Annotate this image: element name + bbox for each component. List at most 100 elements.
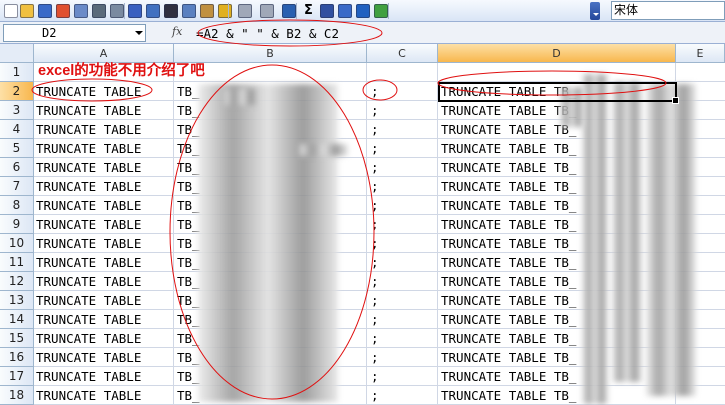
- cell-b[interactable]: TB_: [177, 139, 200, 158]
- cell-c[interactable]: ;: [371, 158, 379, 177]
- cell-b[interactable]: TB_: [177, 253, 200, 272]
- cell-a[interactable]: TRUNCATE TABLE: [36, 120, 141, 139]
- cell-c[interactable]: ;: [371, 82, 379, 101]
- row-header[interactable]: 1: [0, 63, 34, 82]
- cell-c[interactable]: ;: [371, 139, 379, 158]
- cell-b[interactable]: TB_: [177, 386, 200, 405]
- sort-button[interactable]: [318, 2, 336, 20]
- cell-a[interactable]: TRUNCATE TABLE: [36, 386, 141, 405]
- cell-a[interactable]: TRUNCATE TABLE: [36, 215, 141, 234]
- cell-a[interactable]: TRUNCATE TABLE: [36, 253, 141, 272]
- cell-b[interactable]: TB_: [177, 82, 200, 101]
- column-header-c[interactable]: C: [367, 44, 438, 63]
- fx-icon[interactable]: fx: [172, 25, 182, 38]
- cell-d[interactable]: TRUNCATE TABLE TB_: [441, 234, 576, 253]
- cell-d[interactable]: TRUNCATE TABLE TB_: [441, 291, 576, 310]
- cell-b[interactable]: TB_: [177, 215, 200, 234]
- worksheet-grid[interactable]: A B C D E 1 2 TRUNCATE TABLE TB_; TRUNCATE TABLE …: [0, 44, 725, 405]
- cell-a[interactable]: TRUNCATE TABLE: [36, 329, 141, 348]
- cell-d[interactable]: TRUNCATE TABLE TB_: [441, 196, 576, 215]
- save-button[interactable]: [36, 2, 54, 20]
- column-header-e[interactable]: E: [676, 44, 725, 63]
- cell-d[interactable]: TRUNCATE TABLE TB_: [441, 386, 576, 405]
- cell-d[interactable]: TRUNCATE TABLE TB_: [441, 139, 576, 158]
- paste-button[interactable]: [198, 2, 216, 20]
- cell-a[interactable]: TRUNCATE TABLE: [36, 234, 141, 253]
- cell-a[interactable]: TRUNCATE TABLE: [36, 291, 141, 310]
- row-header[interactable]: 6: [0, 158, 34, 177]
- row-header[interactable]: 10: [0, 234, 34, 253]
- row-header[interactable]: 2: [0, 82, 34, 101]
- cell-a[interactable]: TRUNCATE TABLE: [36, 177, 141, 196]
- row-header[interactable]: 11: [0, 253, 34, 272]
- cell-d[interactable]: TRUNCATE TABLE TB_: [441, 367, 576, 386]
- autosum-button[interactable]: Σ: [300, 2, 318, 20]
- print-button[interactable]: [90, 2, 108, 20]
- cell-c[interactable]: ;: [371, 291, 379, 310]
- cell-c[interactable]: ;: [371, 348, 379, 367]
- cell-d[interactable]: TRUNCATE TABLE TB_: [441, 101, 576, 120]
- cell-d[interactable]: TRUNCATE TABLE TB_: [441, 329, 576, 348]
- cell-b[interactable]: TB_: [177, 196, 200, 215]
- cell-c[interactable]: ;: [371, 196, 379, 215]
- cell-c[interactable]: ;: [371, 329, 379, 348]
- row-header[interactable]: 17: [0, 367, 34, 386]
- cell-c[interactable]: ;: [371, 234, 379, 253]
- cell-d[interactable]: TRUNCATE TABLE TB_: [441, 272, 576, 291]
- cell-a[interactable]: TRUNCATE TABLE: [36, 310, 141, 329]
- row-header[interactable]: 16: [0, 348, 34, 367]
- undo-button[interactable]: [236, 2, 254, 20]
- cell-b[interactable]: TB_: [177, 310, 200, 329]
- row-header[interactable]: 12: [0, 272, 34, 291]
- cell-d[interactable]: TRUNCATE TABLE TB_: [441, 310, 576, 329]
- cell-b[interactable]: TB_: [177, 101, 200, 120]
- spelling-button[interactable]: [126, 2, 144, 20]
- research-button[interactable]: [144, 2, 162, 20]
- cell-c[interactable]: ;: [371, 101, 379, 120]
- cell-c[interactable]: ;: [371, 120, 379, 139]
- cut-button[interactable]: [162, 2, 180, 20]
- cell-d[interactable]: TRUNCATE TABLE TB_: [441, 120, 576, 139]
- row-header[interactable]: 8: [0, 196, 34, 215]
- cell-c[interactable]: ;: [371, 253, 379, 272]
- open-folder-button[interactable]: [18, 2, 36, 20]
- redo-button[interactable]: [258, 2, 276, 20]
- cell-a[interactable]: TRUNCATE TABLE: [36, 82, 141, 101]
- cell-c[interactable]: ;: [371, 386, 379, 405]
- row-header[interactable]: 13: [0, 291, 34, 310]
- email-button[interactable]: [72, 2, 90, 20]
- row-header[interactable]: 14: [0, 310, 34, 329]
- cell-b[interactable]: TB_: [177, 158, 200, 177]
- row-header[interactable]: 7: [0, 177, 34, 196]
- cell-b[interactable]: TB_: [177, 272, 200, 291]
- cell-c[interactable]: ;: [371, 310, 379, 329]
- cell-a[interactable]: TRUNCATE TABLE: [36, 139, 141, 158]
- row-header[interactable]: 4: [0, 120, 34, 139]
- toolbar-options-button[interactable]: [590, 2, 600, 20]
- cell-c[interactable]: ;: [371, 367, 379, 386]
- cell-d[interactable]: TRUNCATE TABLE TB_: [441, 177, 576, 196]
- cell-b[interactable]: TB_: [177, 234, 200, 253]
- cell-b[interactable]: TB_: [177, 367, 200, 386]
- cell-d[interactable]: TRUNCATE TABLE TB_: [441, 348, 576, 367]
- cell-b[interactable]: TB_: [177, 120, 200, 139]
- row-header[interactable]: 18: [0, 386, 34, 405]
- row-header[interactable]: 5: [0, 139, 34, 158]
- font-name-box[interactable]: 宋体: [611, 1, 725, 20]
- cell-a[interactable]: TRUNCATE TABLE: [36, 158, 141, 177]
- cell-a[interactable]: TRUNCATE TABLE: [36, 101, 141, 120]
- cell-d[interactable]: TRUNCATE TABLE TB_: [441, 215, 576, 234]
- column-header-d[interactable]: D: [438, 44, 676, 63]
- cell-d[interactable]: TRUNCATE TABLE TB_: [441, 158, 576, 177]
- cell-b[interactable]: TB_: [177, 329, 200, 348]
- copy-button[interactable]: [180, 2, 198, 20]
- cell-c[interactable]: ;: [371, 215, 379, 234]
- name-box[interactable]: D2: [3, 24, 146, 42]
- chart-wizard-button[interactable]: [336, 2, 354, 20]
- cell-d[interactable]: TRUNCATE TABLE TB_: [441, 253, 576, 272]
- cell-c[interactable]: ;: [371, 177, 379, 196]
- cell-a[interactable]: TRUNCATE TABLE: [36, 348, 141, 367]
- formula-input[interactable]: =A2 & " " & B2 & C2: [196, 26, 339, 41]
- row-header[interactable]: 9: [0, 215, 34, 234]
- select-all-corner[interactable]: [0, 44, 34, 63]
